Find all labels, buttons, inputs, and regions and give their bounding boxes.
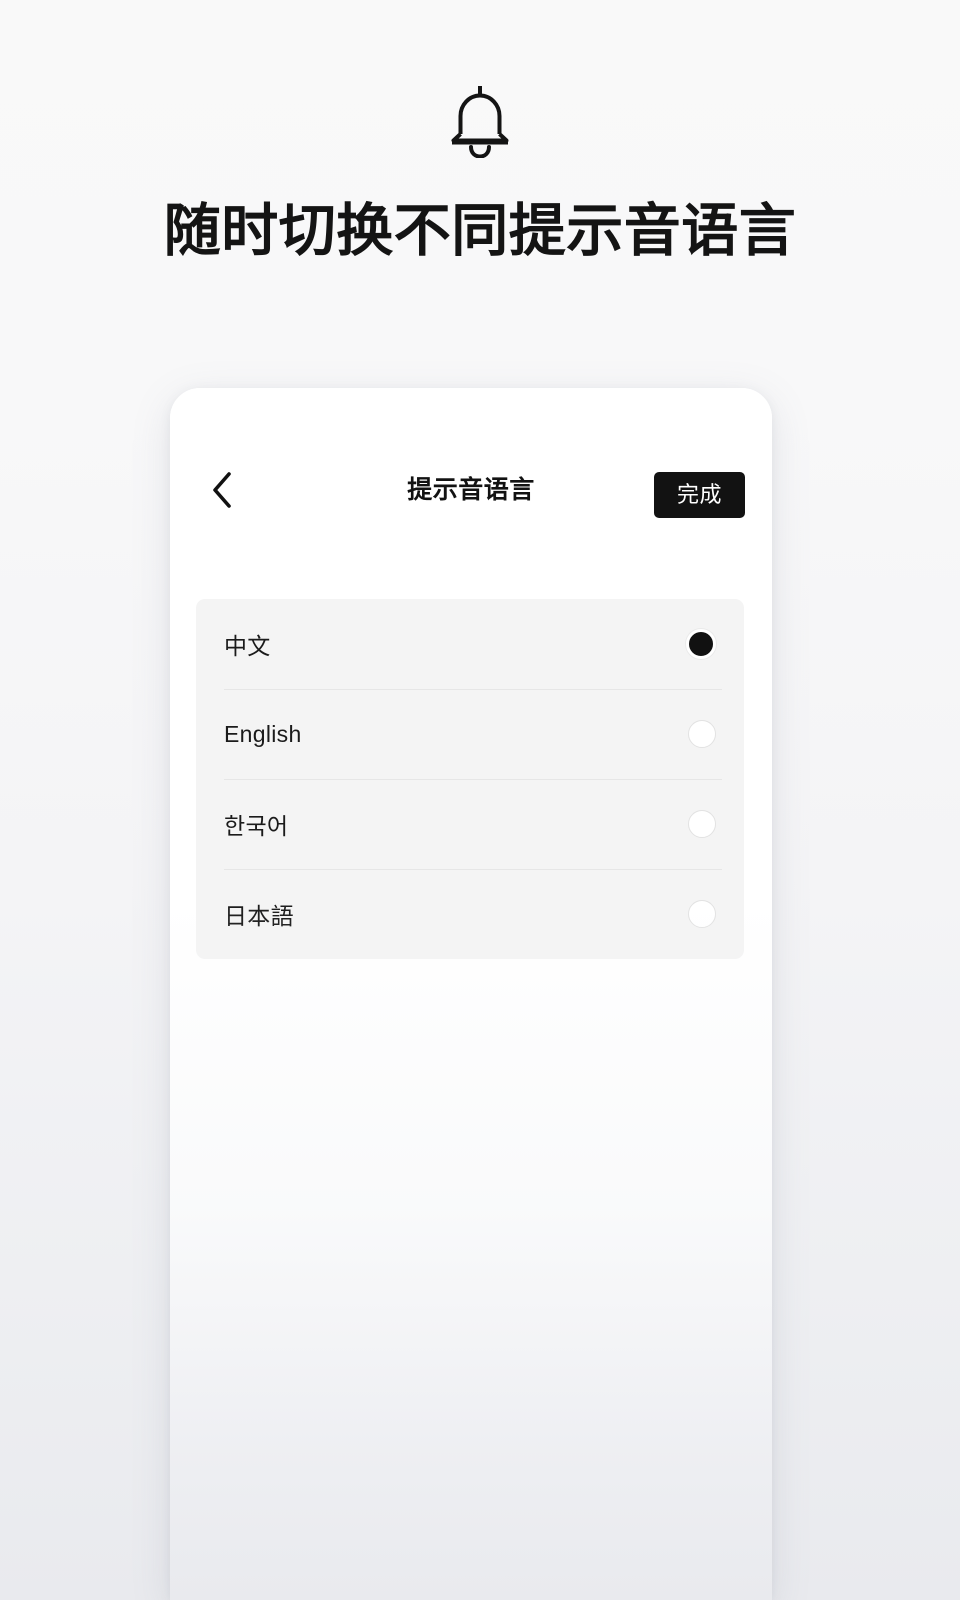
radio-button[interactable] — [688, 900, 716, 928]
list-item[interactable]: 中文 — [196, 599, 744, 689]
promo-page: 随时切换不同提示音语言 提示音语言 完成 中文 English 한국어 日本語 — [0, 0, 960, 1600]
phone-frame: 提示音语言 完成 中文 English 한국어 日本語 — [170, 388, 772, 1600]
done-button[interactable]: 完成 — [654, 472, 745, 518]
language-option-list: 中文 English 한국어 日本語 — [196, 599, 744, 959]
list-item-label: 한국어 — [224, 813, 289, 839]
bell-icon — [451, 86, 509, 158]
list-item-label: English — [224, 720, 302, 747]
radio-button-selected[interactable] — [686, 629, 716, 659]
phone-navbar: 提示音语言 完成 — [170, 388, 772, 598]
row-divider — [224, 689, 722, 690]
list-item[interactable]: English — [196, 689, 744, 779]
page-title: 随时切换不同提示音语言 — [163, 199, 797, 263]
radio-button[interactable] — [688, 810, 716, 838]
hero-icon-wrap — [0, 70, 960, 170]
row-divider — [224, 779, 722, 780]
list-item-label: 日本語 — [224, 903, 294, 929]
list-item[interactable]: 日本語 — [196, 869, 744, 959]
list-item-label: 中文 — [224, 633, 271, 659]
row-divider — [224, 869, 722, 870]
list-item[interactable]: 한국어 — [196, 779, 744, 869]
phone-bottom-fade — [170, 900, 772, 1600]
radio-button[interactable] — [688, 720, 716, 748]
